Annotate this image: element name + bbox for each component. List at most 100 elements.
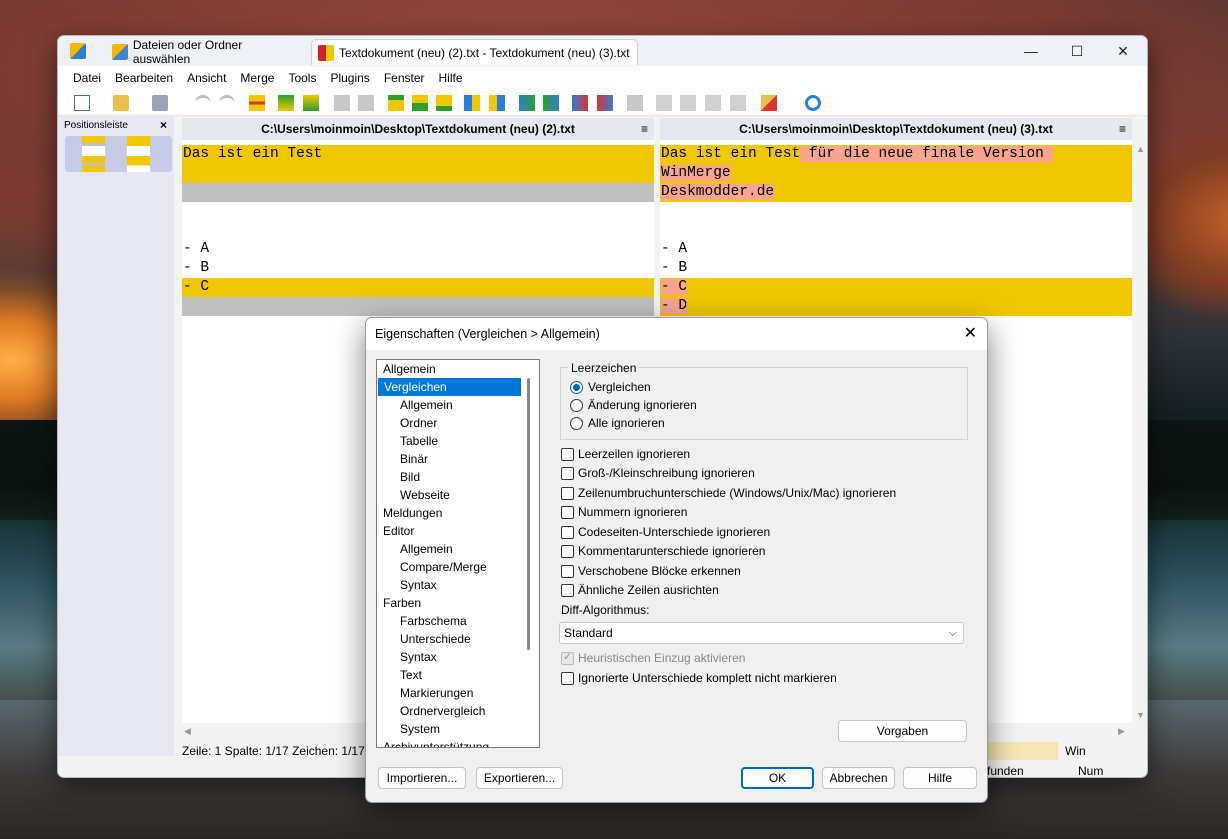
checkbox-heuristic-indent[interactable]: Heuristischen Einzug aktivieren [561, 650, 745, 666]
dialog-title: Eigenschaften (Vergleichen > Allgemein) [366, 318, 987, 350]
scroll-left-icon[interactable]: ◀ [184, 726, 191, 738]
prev-diff-icon[interactable] [303, 95, 319, 111]
help-button[interactable]: Hilfe [903, 767, 977, 789]
tree-item[interactable]: Allgemein [377, 360, 436, 378]
menu-merge[interactable]: Merge [233, 71, 281, 85]
tree-scrollbar[interactable] [527, 378, 530, 650]
radio-compare[interactable]: Vergleichen [570, 379, 651, 395]
checkbox-ignore-codepage[interactable]: Codeseiten-Unterschiede ignorieren [561, 524, 770, 540]
whitespace-group-label: Leerzeichen [568, 361, 640, 375]
redo-icon[interactable] [219, 95, 235, 111]
scroll-up-icon[interactable]: ▲ [1136, 144, 1145, 154]
checkbox-detect-moved-blocks[interactable]: Verschobene Blöcke erkennen [561, 563, 741, 579]
diff-current-icon[interactable] [249, 95, 265, 111]
tree-item[interactable]: Ordnervergleich [377, 702, 485, 720]
current-conflict-icon[interactable] [412, 95, 428, 111]
checkbox-ignore-eol[interactable]: Zeilenumbruchunterschiede (Windows/Unix/… [561, 485, 896, 501]
checkbox-ignore-case[interactable]: Groß-/Kleinschreibung ignorieren [561, 465, 755, 481]
ok-button[interactable]: OK [741, 767, 814, 789]
tree-item[interactable]: Syntax [377, 648, 437, 666]
dialog-close-button[interactable]: ✕ [964, 318, 977, 350]
tree-item[interactable]: Unterschiede [377, 630, 471, 648]
radio-ignore-all[interactable]: Alle ignorieren [570, 415, 665, 431]
radio-checked-icon [570, 380, 583, 394]
new-icon[interactable] [74, 95, 90, 111]
right-last-icon[interactable] [730, 95, 746, 111]
checkbox-ignore-comments[interactable]: Kommentarunterschiede ignorieren [561, 543, 765, 559]
menu-hilfe[interactable]: Hilfe [432, 71, 470, 85]
scroll-right-icon[interactable]: ▶ [1118, 726, 1125, 738]
defaults-button[interactable]: Vorgaben [838, 720, 967, 742]
menu-plugins[interactable]: Plugins [323, 71, 376, 85]
tree-item[interactable]: Tabelle [377, 432, 438, 450]
left-file-path: C:\Users\moinmoin\Desktop\Textdokument (… [261, 122, 575, 136]
right-next-icon[interactable] [705, 95, 721, 111]
checkbox-ignore-numbers[interactable]: Nummern ignorieren [561, 504, 687, 520]
checkbox-align-similar-lines[interactable]: Ähnliche Zeilen ausrichten [561, 582, 719, 598]
location-pane-title: Positionsleiste [64, 120, 128, 131]
first-conflict-icon[interactable] [388, 95, 404, 111]
scroll-down-icon[interactable]: ▼ [1136, 710, 1145, 720]
cancel-button[interactable]: Abbrechen [822, 767, 895, 789]
tree-item[interactable]: Allgemein [377, 540, 453, 558]
undo-icon[interactable] [195, 95, 211, 111]
left-first-icon[interactable] [656, 95, 672, 111]
tree-item[interactable]: Vergleichen [378, 378, 521, 396]
next-diff-icon[interactable] [278, 95, 294, 111]
menu-ansicht[interactable]: Ansicht [180, 71, 233, 85]
tree-item[interactable]: System [377, 720, 440, 738]
copy-right-advance-icon[interactable] [519, 95, 535, 111]
tree-item[interactable]: Farben [377, 594, 421, 612]
tree-item[interactable]: Archivunterstützung [377, 738, 489, 747]
pane-menu-icon[interactable]: ≡ [1119, 118, 1126, 140]
tab-select-files[interactable]: Dateien oder Ordner auswählen [106, 38, 301, 66]
tree-item[interactable]: Markierungen [377, 684, 473, 702]
export-button[interactable]: Exportieren... [476, 767, 563, 789]
import-button[interactable]: Importieren... [378, 767, 466, 789]
tree-item[interactable]: Allgemein [377, 396, 453, 414]
diff-algorithm-select[interactable]: Standard ⌵ [559, 622, 964, 644]
first-diff-icon[interactable] [334, 95, 350, 111]
options-icon[interactable] [761, 95, 777, 111]
copy-left-icon[interactable] [489, 95, 505, 111]
delete-icon[interactable] [627, 95, 643, 111]
menu-bearbeiten[interactable]: Bearbeiten [108, 71, 180, 85]
menu-datei[interactable]: Datei [66, 71, 108, 85]
menu-tools[interactable]: Tools [281, 71, 323, 85]
close-button[interactable]: ✕ [1100, 36, 1146, 66]
checkbox-ignore-not-marked[interactable]: Ignorierte Unterschiede komplett nicht m… [561, 670, 837, 686]
location-map[interactable] [65, 136, 172, 172]
tree-item[interactable]: Farbschema [377, 612, 467, 630]
pane-menu-icon[interactable]: ≡ [641, 118, 648, 140]
last-diff-icon[interactable] [358, 95, 374, 111]
location-pane-close[interactable]: × [160, 118, 167, 132]
checkbox-ignore-blank-lines[interactable]: Leerzeilen ignorieren [561, 446, 690, 462]
tree-item[interactable]: Compare/Merge [377, 558, 487, 576]
tree-item[interactable]: Syntax [377, 576, 437, 594]
save-icon[interactable] [152, 95, 168, 111]
minimize-button[interactable]: — [1008, 36, 1054, 66]
tree-item[interactable]: Meldungen [377, 504, 442, 522]
tree-item[interactable]: Webseite [377, 486, 450, 504]
copy-left-advance-icon[interactable] [543, 95, 559, 111]
tree-item[interactable]: Bild [377, 468, 420, 486]
radio-ignore-change[interactable]: Änderung ignorieren [570, 397, 697, 413]
tree-item[interactable]: Text [377, 666, 422, 684]
copy-right-icon[interactable] [464, 95, 480, 111]
tree-item[interactable]: Editor [377, 522, 414, 540]
refresh-icon[interactable] [805, 95, 821, 111]
copy-all-right-icon[interactable] [572, 95, 588, 111]
maximize-button[interactable]: ☐ [1054, 36, 1100, 66]
menu-fenster[interactable]: Fenster [377, 71, 432, 85]
tree-item[interactable]: Ordner [377, 414, 437, 432]
right-line-2-text: WinMerge [661, 165, 731, 181]
last-conflict-icon[interactable] [436, 95, 452, 111]
left-prev-icon[interactable] [680, 95, 696, 111]
tree-item[interactable]: Binär [377, 450, 428, 468]
options-tree[interactable]: Allgemein Vergleichen Allgemein Ordner Tabel… [376, 359, 540, 748]
status-position: Zeile: 1 Spalte: 1/17 Zeichen: 1/17 [182, 744, 365, 758]
tab-text-compare[interactable]: Textdokument (neu) (2).txt - Textdokumen… [311, 39, 638, 65]
copy-all-left-icon[interactable] [597, 95, 613, 111]
open-folder-icon[interactable] [113, 95, 129, 111]
vertical-scrollbar[interactable]: ▲ ▼ [1133, 144, 1147, 724]
